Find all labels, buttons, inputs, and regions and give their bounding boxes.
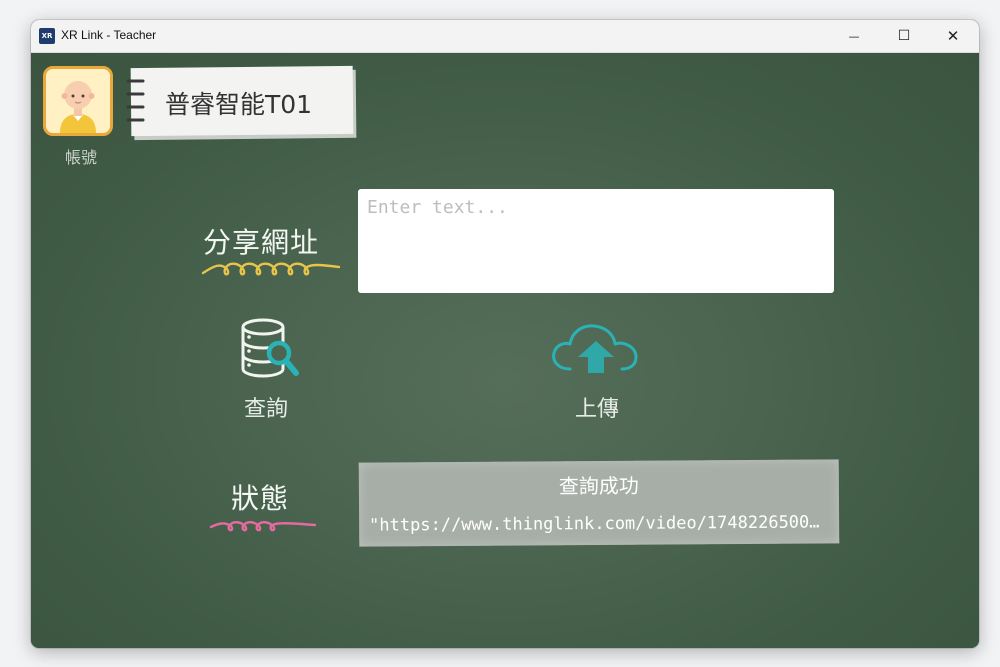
- status-message: "https://www.thinglink.com/video/1748226…: [369, 512, 830, 536]
- pink-squiggle-underline: [209, 521, 317, 532]
- status-label: 狀態: [231, 482, 290, 515]
- avatar-person-icon: [60, 81, 96, 133]
- account-avatar[interactable]: [43, 66, 113, 136]
- window-title: XR Link - Teacher: [61, 28, 157, 42]
- upload-button[interactable]: 上傳: [532, 313, 662, 423]
- query-button[interactable]: 查詢: [201, 313, 331, 423]
- yellow-squiggle-underline: [201, 262, 341, 276]
- account-name: 普睿智能T01: [165, 90, 313, 119]
- share-url-label: 分享網址: [203, 226, 320, 259]
- account-name-card: 普睿智能T01: [126, 65, 357, 139]
- status-title: 查詢成功: [558, 473, 639, 499]
- upload-label: 上傳: [574, 397, 619, 422]
- minimize-icon: —: [848, 29, 860, 43]
- maximize-icon: ☐: [897, 28, 911, 44]
- database-search-icon: [241, 318, 299, 378]
- app-icon: XR: [39, 28, 55, 44]
- query-label: 查詢: [243, 397, 288, 422]
- cloud-upload-icon: [552, 324, 638, 373]
- status-panel: 查詢成功 "https://www.thinglink.com/video/17…: [358, 459, 840, 547]
- minimize-button[interactable]: —: [831, 20, 877, 52]
- close-icon: ✕: [946, 27, 960, 45]
- maximize-button[interactable]: ☐: [881, 20, 927, 52]
- app-window: XR XR Link - Teacher — ☐ ✕ 帳號 普睿智能T01 分享…: [31, 20, 979, 648]
- close-button[interactable]: ✕: [930, 20, 976, 52]
- title-bar[interactable]: XR XR Link - Teacher — ☐ ✕: [31, 20, 979, 53]
- share-url-input[interactable]: [358, 189, 834, 293]
- account-label: 帳號: [64, 148, 97, 167]
- spiral-binding-icon: [126, 79, 145, 122]
- chalkboard-area: 帳號 普睿智能T01 分享網址 Enter text... 查詢 上傳 狀態 查…: [31, 53, 979, 648]
